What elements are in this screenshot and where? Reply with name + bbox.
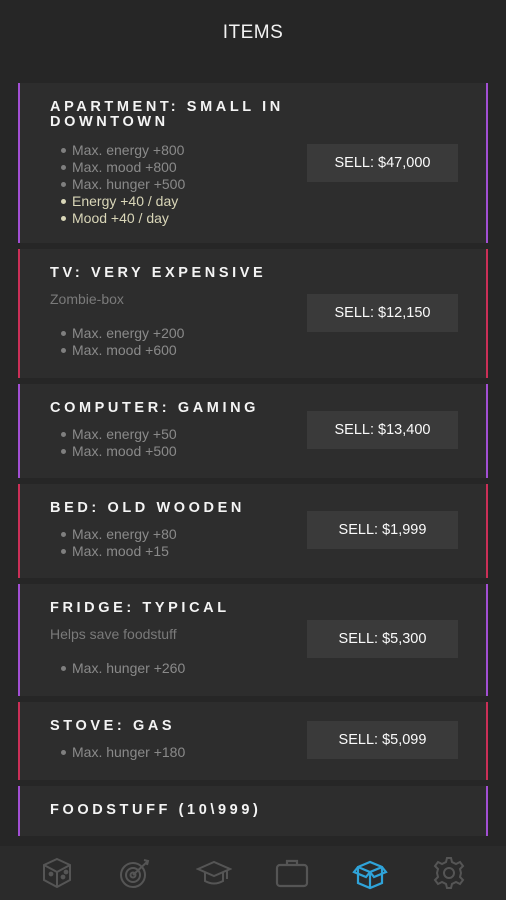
items-list: APARTMENT: SMALL IN DOWNTOWN Max. energy… xyxy=(18,83,488,842)
item-title: TV: VERY EXPENSIVE xyxy=(50,265,267,281)
sell-button[interactable]: SELL: $5,099 xyxy=(307,721,458,759)
tab-settings[interactable] xyxy=(426,850,472,896)
item-title: STOVE: GAS xyxy=(50,718,176,734)
sell-button[interactable]: SELL: $12,150 xyxy=(307,294,458,332)
sell-button[interactable]: SELL: $5,300 xyxy=(307,620,458,658)
tab-education[interactable] xyxy=(191,850,237,896)
sell-button[interactable]: SELL: $13,400 xyxy=(307,411,458,449)
item-card-fridge: FRIDGE: TYPICAL Helps save foodstuff Max… xyxy=(18,584,488,696)
item-title: COMPUTER: GAMING xyxy=(50,400,260,416)
target-icon xyxy=(120,859,150,888)
stat-line: Max. hunger +260 xyxy=(50,660,486,677)
app-header: ITEMS xyxy=(0,0,506,66)
tab-items[interactable] xyxy=(347,850,393,896)
tab-dice[interactable] xyxy=(34,850,80,896)
stat-line-active: Energy +40 / day xyxy=(50,193,486,210)
tab-target[interactable] xyxy=(112,850,158,896)
dice-icon xyxy=(43,857,72,889)
sell-button[interactable]: SELL: $47,000 xyxy=(307,144,458,182)
item-title: FOODSTUFF (10\999) xyxy=(50,802,262,818)
box-icon xyxy=(352,860,389,890)
bottom-nav xyxy=(0,846,506,900)
item-card-apartment: APARTMENT: SMALL IN DOWNTOWN Max. energy… xyxy=(18,83,488,243)
graduation-cap-icon xyxy=(195,860,232,885)
item-stats: Max. hunger +260 xyxy=(50,660,486,677)
item-card-bed: BED: OLD WOODEN Max. energy +80 Max. moo… xyxy=(18,484,488,578)
item-card-stove: STOVE: GAS Max. hunger +180 SELL: $5,099 xyxy=(18,702,488,780)
item-card-foodstuff: FOODSTUFF (10\999) xyxy=(18,786,488,836)
item-card-computer: COMPUTER: GAMING Max. energy +50 Max. mo… xyxy=(18,384,488,478)
page-title: ITEMS xyxy=(222,21,284,43)
sell-button[interactable]: SELL: $1,999 xyxy=(307,511,458,549)
stat-line: Max. mood +600 xyxy=(50,342,486,359)
item-title: APARTMENT: SMALL IN DOWNTOWN xyxy=(50,99,284,130)
briefcase-icon xyxy=(276,859,309,888)
stat-line-active: Mood +40 / day xyxy=(50,210,486,227)
gear-icon xyxy=(433,857,465,889)
item-title: FRIDGE: TYPICAL xyxy=(50,600,230,616)
tab-work[interactable] xyxy=(269,850,315,896)
item-title: BED: OLD WOODEN xyxy=(50,500,245,516)
item-card-tv: TV: VERY EXPENSIVE Zombie-box Max. energ… xyxy=(18,249,488,378)
